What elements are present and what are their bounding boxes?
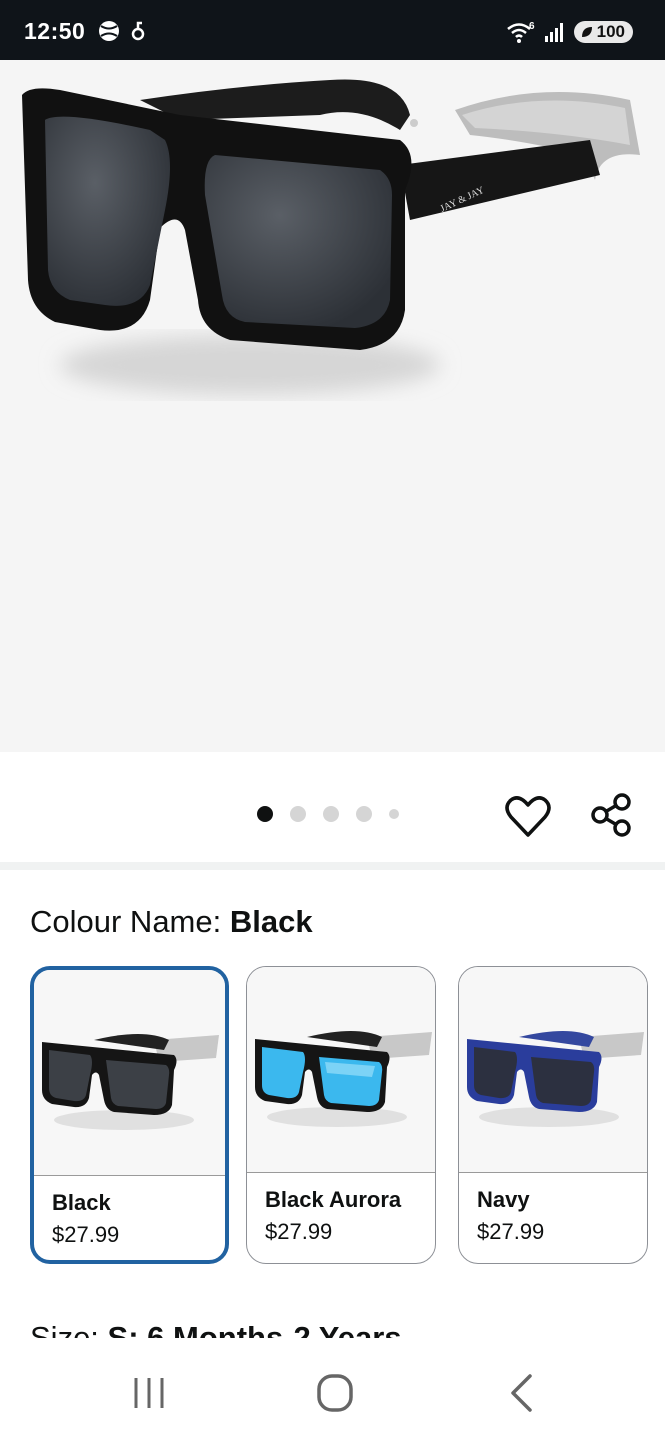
carousel-dot-2[interactable] bbox=[290, 806, 306, 822]
leaf-icon bbox=[581, 27, 592, 37]
sunglasses-illustration: JAY & JAY bbox=[22, 79, 640, 395]
product-image[interactable]: JAY & JAY bbox=[0, 60, 665, 752]
colour-option-navy[interactable]: Navy $27.99 bbox=[458, 966, 648, 1264]
section-divider bbox=[0, 862, 665, 870]
colour-option-image bbox=[247, 967, 435, 1173]
carousel-dot-5[interactable] bbox=[389, 809, 399, 819]
signal-icon bbox=[544, 23, 563, 42]
sunglasses-thumbnail bbox=[467, 1031, 644, 1127]
colour-option-image bbox=[34, 970, 225, 1176]
share-icon[interactable] bbox=[588, 792, 634, 838]
selected-colour: Black bbox=[229, 904, 313, 939]
ball-icon bbox=[99, 21, 119, 41]
battery-indicator: 100 bbox=[573, 21, 633, 43]
sunglasses-thumbnail bbox=[42, 1034, 219, 1130]
colour-option-image bbox=[459, 967, 647, 1173]
carousel-dot-3[interactable] bbox=[323, 806, 339, 822]
colour-option-black[interactable]: Black $27.99 bbox=[30, 966, 229, 1264]
notification-icon bbox=[131, 21, 145, 41]
network-type: 6 bbox=[529, 21, 535, 32]
carousel-dots[interactable] bbox=[257, 806, 399, 822]
sunglasses-thumbnail bbox=[255, 1031, 432, 1127]
colour-option-name: Navy bbox=[477, 1187, 530, 1212]
wishlist-heart-icon[interactable] bbox=[505, 795, 551, 839]
wifi-icon: 6 bbox=[506, 21, 535, 43]
colour-option-black-aurora[interactable]: Black Aurora $27.99 bbox=[246, 966, 436, 1264]
carousel-dot-4[interactable] bbox=[356, 806, 372, 822]
recent-apps-icon[interactable] bbox=[127, 1372, 171, 1414]
colour-option-name: Black Aurora bbox=[265, 1187, 402, 1212]
battery-level: 100 bbox=[596, 22, 625, 41]
colour-option-price: $27.99 bbox=[477, 1219, 545, 1244]
status-time: 12:50 bbox=[24, 18, 86, 44]
colour-option-name: Black bbox=[52, 1190, 111, 1215]
status-bar: 12:50 6 100 bbox=[0, 0, 665, 60]
home-icon[interactable] bbox=[313, 1372, 357, 1414]
colour-option-price: $27.99 bbox=[265, 1219, 333, 1244]
colour-option-price: $27.99 bbox=[52, 1222, 120, 1247]
colour-name-label: Colour Name: Black bbox=[30, 904, 313, 939]
carousel-dot-1[interactable] bbox=[257, 806, 273, 822]
back-icon[interactable] bbox=[500, 1372, 544, 1414]
